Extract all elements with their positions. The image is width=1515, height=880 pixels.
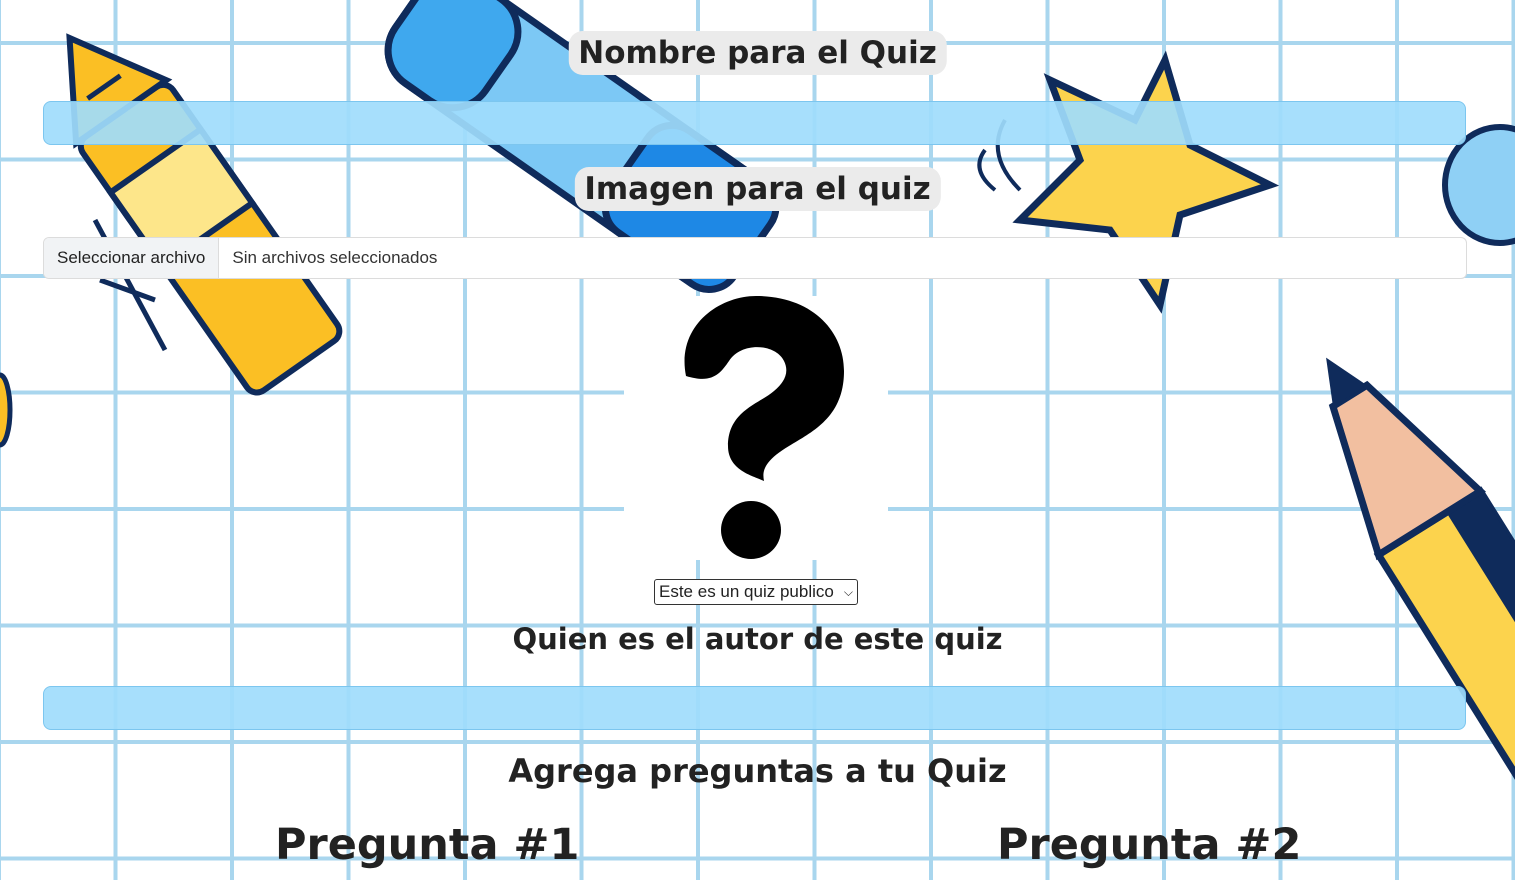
author-input[interactable]	[43, 686, 1466, 730]
author-label: Quien es el autor de este quiz	[512, 622, 1003, 656]
select-file-button[interactable]: Seleccionar archivo	[44, 238, 220, 278]
question-title-2: Pregunta #2	[997, 820, 1302, 870]
visibility-selected-value: Este es un quiz publico	[659, 582, 834, 601]
visibility-select[interactable]: Este es un quiz publico ⌵	[654, 579, 858, 605]
quiz-form: Nombre para el Quiz Imagen para el quiz …	[0, 0, 1515, 880]
questions-heading: Agrega preguntas a tu Quiz	[508, 752, 1007, 790]
file-status-text: Sin archivos seleccionados	[232, 248, 438, 267]
quiz-image-preview	[624, 296, 888, 560]
quiz-name-input[interactable]	[43, 101, 1466, 145]
chevron-down-icon: ⌵	[843, 584, 853, 599]
question-title-1: Pregunta #1	[275, 820, 580, 870]
question-mark-icon	[684, 296, 844, 559]
quiz-name-label: Nombre para el Quiz	[568, 31, 947, 75]
image-label: Imagen para el quiz	[574, 167, 941, 211]
image-file-input[interactable]: Seleccionar archivo Sin archivos selecci…	[43, 237, 1467, 279]
